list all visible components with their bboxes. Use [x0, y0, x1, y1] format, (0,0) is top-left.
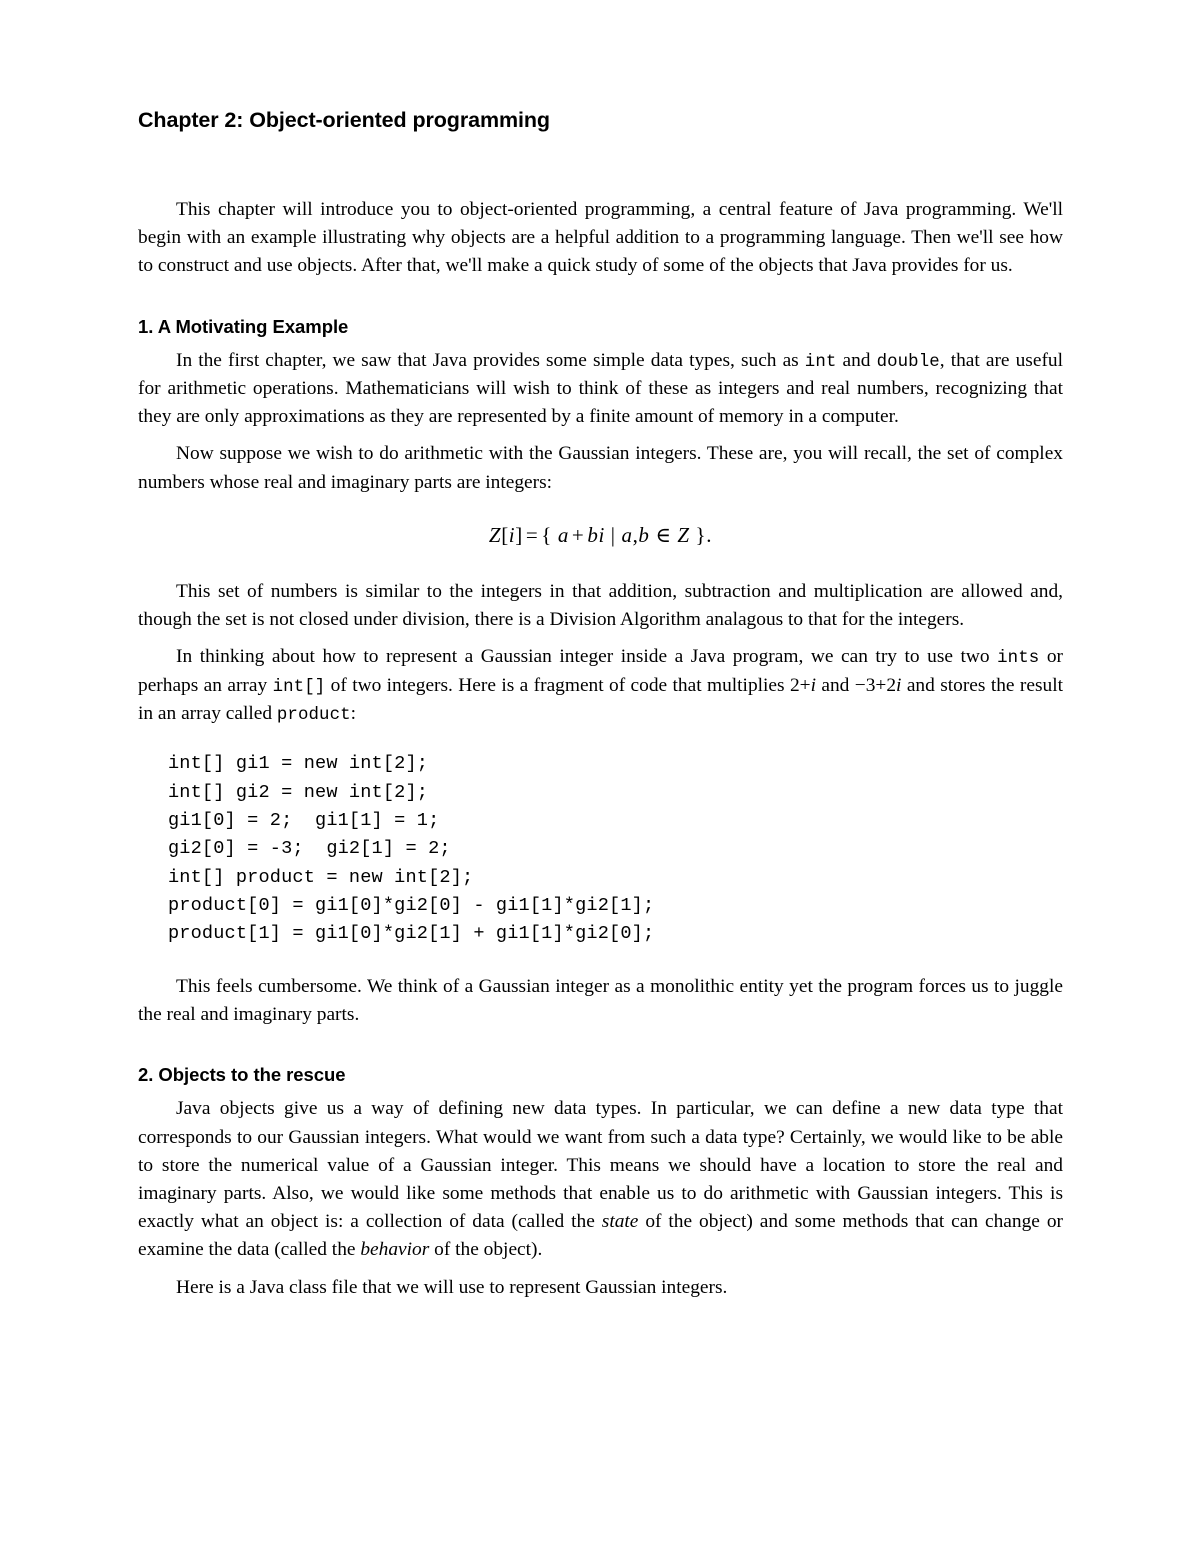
- section1-paragraph-1: In the first chapter, we saw that Java p…: [138, 347, 1063, 432]
- inline-code-int-array: int[]: [272, 677, 326, 697]
- section-heading-1: 1. A Motivating Example: [138, 315, 349, 337]
- equation-brace-open: {: [541, 522, 552, 547]
- section2-paragraph-1: Java objects give us a way of defining n…: [138, 1095, 1063, 1264]
- text-fragment: of the object).: [429, 1239, 543, 1261]
- document-page: Chapter 2: Object-oriented programming T…: [0, 0, 1200, 1553]
- code-block: int[] gi1 = new int[2]; int[] gi2 = new …: [168, 753, 655, 945]
- section1-paragraph-3: This set of numbers is similar to the in…: [138, 580, 1063, 631]
- section-heading-2: 2. Objects to the rescue: [138, 1064, 346, 1086]
- inline-code-double: double: [876, 352, 940, 372]
- section1-paragraph-4: In thinking about how to represent a Gau…: [138, 643, 1063, 728]
- inline-code-int: int: [804, 352, 837, 372]
- inline-math-plus-1: +: [799, 674, 811, 696]
- text-fragment: In the first chapter, we saw that Java p…: [176, 349, 805, 371]
- inline-math-2b: 2: [886, 674, 897, 696]
- text-fragment: and: [836, 349, 877, 371]
- equation-divider: |: [610, 522, 616, 547]
- equation-plus: +: [571, 522, 585, 547]
- text-fragment: :: [350, 702, 357, 724]
- inline-code-ints: ints: [997, 649, 1040, 669]
- equation-bracket-close: ]: [515, 522, 523, 547]
- intro-paragraph: This chapter will introduce you to objec…: [138, 198, 1063, 277]
- inline-math-plus-2: +: [875, 674, 887, 696]
- equation-set-a: a: [621, 522, 633, 547]
- equation-bracket-open: [: [501, 522, 509, 547]
- equation-term-b: b: [587, 522, 599, 547]
- display-equation: Z[i] ={ a + bi | a,b ∈ Z }.: [138, 523, 1063, 548]
- equation-brace-close: }: [695, 522, 707, 547]
- equation-set-z: Z: [677, 522, 690, 547]
- equation-term-a: a: [557, 522, 569, 547]
- emphasis-behavior: behavior: [360, 1239, 430, 1261]
- text-fragment: of two integers. Here is a fragment of c…: [325, 674, 790, 696]
- text-fragment: In thinking about how to represent a Gau…: [176, 646, 998, 668]
- equation-lhs-var: Z: [488, 522, 502, 547]
- equation-equals: =: [525, 522, 539, 547]
- inline-math-2: 2: [789, 674, 800, 696]
- emphasis-state: state: [601, 1211, 639, 1233]
- text-fragment: and: [816, 674, 855, 696]
- inline-code-product: product: [276, 705, 351, 725]
- section2-paragraph-2: Here is a Java class file that we will u…: [176, 1276, 728, 1298]
- section1-paragraph-2: Now suppose we wish to do arithmetic wit…: [138, 443, 1063, 493]
- equation-term-i: i: [598, 522, 605, 547]
- inline-math-neg3: −3: [854, 674, 876, 696]
- equation-set-b: b: [638, 522, 650, 547]
- page-title: Chapter 2: Object-oriented programming: [138, 108, 550, 132]
- equation-member-symbol: ∈: [655, 522, 672, 547]
- section1-paragraph-5: This feels cumbersome. We think of a Gau…: [138, 975, 1063, 1025]
- equation-period: .: [706, 522, 713, 547]
